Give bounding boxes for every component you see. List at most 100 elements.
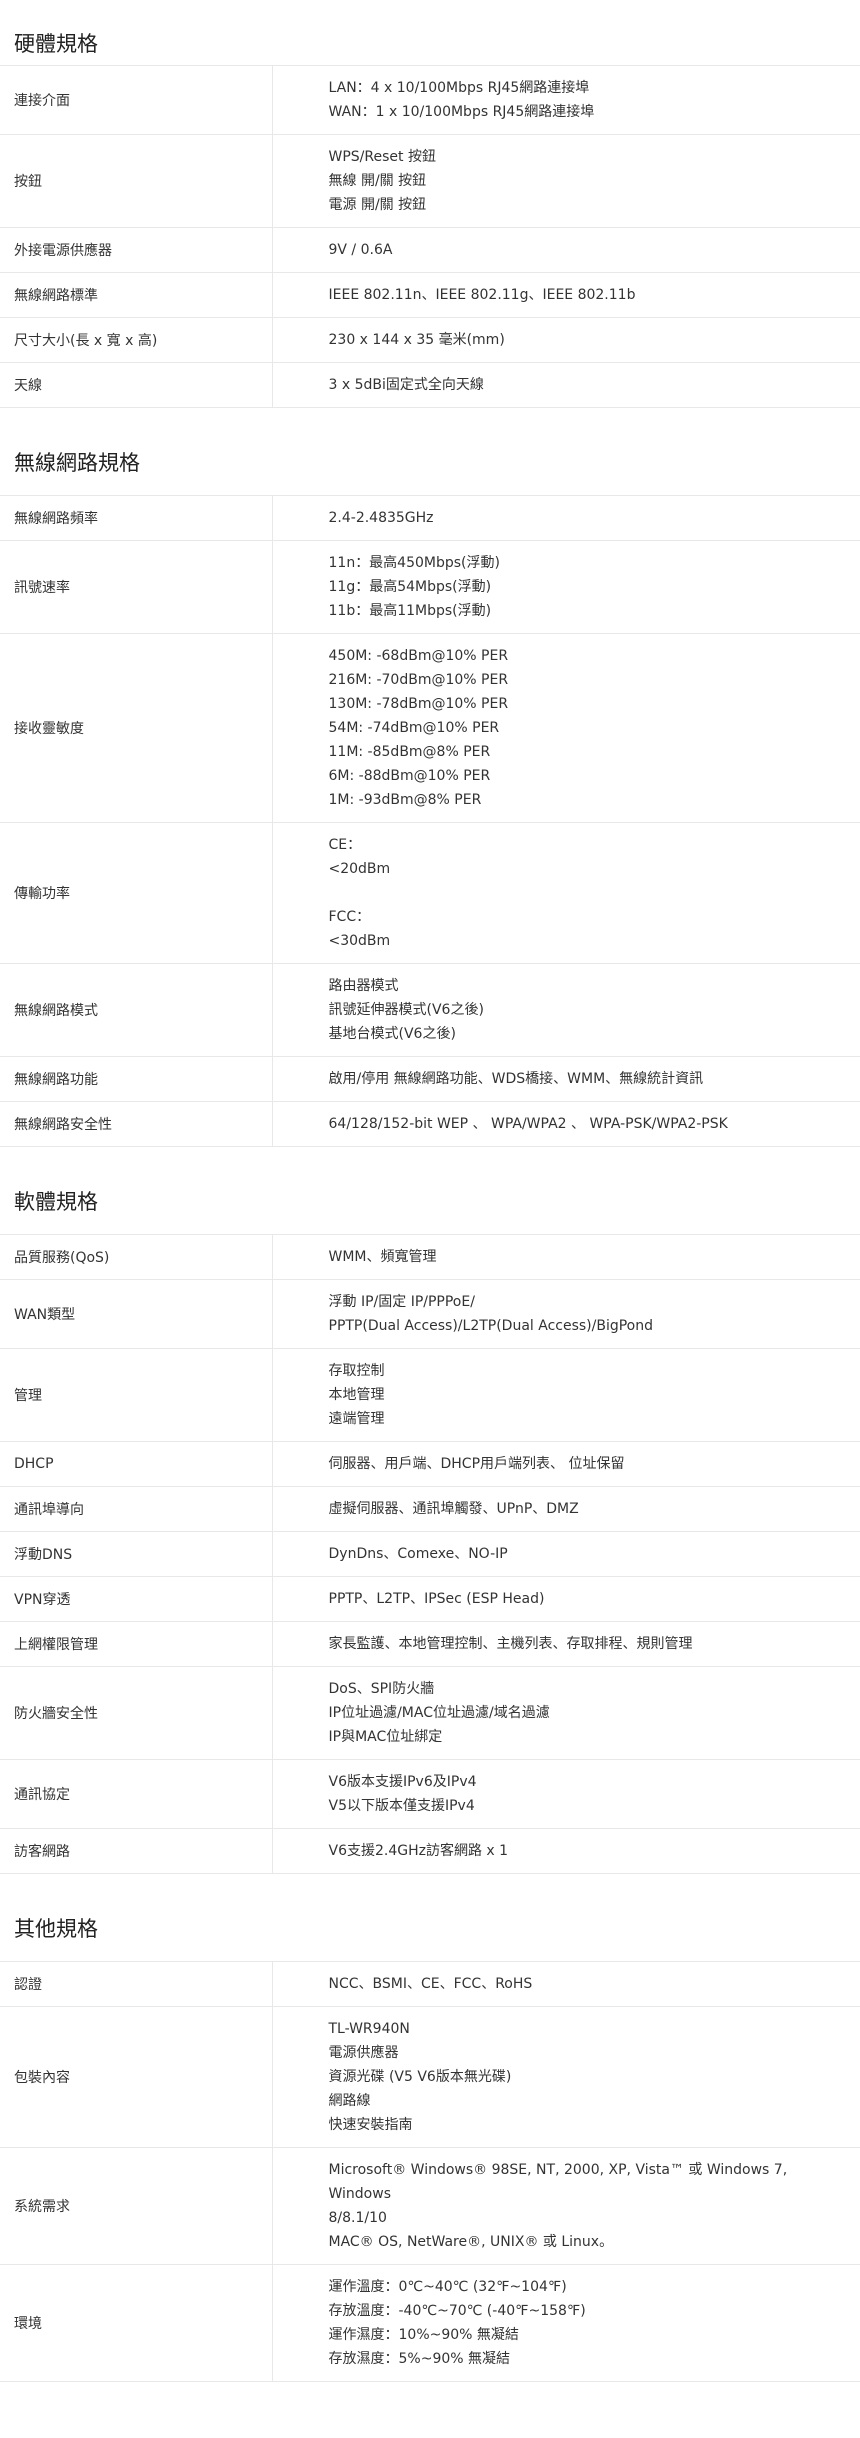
spec-value-line: 訊號延伸器模式(V6之後) <box>328 1002 484 1018</box>
spec-label: 包裝內容 <box>0 2006 273 2148</box>
spec-label: 無線網路頻率 <box>0 496 273 541</box>
spec-label: 通訊協定 <box>0 1759 273 1829</box>
table-row: DHCP 伺服器、用戶端、DHCP用戶端列表、 位址保留 <box>0 1441 860 1487</box>
spec-value: 浮動 IP/固定 IP/PPPoE/PPTP(Dual Access)/L2TP… <box>272 1279 860 1349</box>
spec-label: WAN類型 <box>0 1279 273 1349</box>
spec-label: 浮動DNS <box>0 1531 273 1577</box>
spec-label: 訪客網路 <box>0 1828 273 1874</box>
table-row: 防火牆安全性 DoS、SPI防火牆 IP位址過濾/MAC位址過濾/域名過濾 IP與MA… <box>0 1666 860 1760</box>
spec-value-line: 11M: -85dBm@8% PER <box>328 744 491 760</box>
spec-table: 認證 NCC、BSMI、CE、FCC、RoHS 包裝內容 TL-WR940N 電源供應器… <box>0 1962 860 2382</box>
spec-value-line: WPS/Reset 按鈕 <box>328 149 436 165</box>
spec-value-line: CE： <box>328 837 362 853</box>
table-row: 包裝內容 TL-WR940N 電源供應器 資源光碟 (V5 V6版本無光碟) 網路線 快速… <box>0 2006 860 2148</box>
table-row: WAN類型 浮動 IP/固定 IP/PPPoE/PPTP(Dual Access)… <box>0 1279 860 1349</box>
table-row: 天線 3 x 5dBi固定式全向天線 <box>0 362 860 408</box>
table-row: 通訊埠導向 虛擬伺服器、通訊埠觸發、UPnP、DMZ <box>0 1486 860 1532</box>
table-row: 環境 運作溫度：0℃~40℃ (32℉~104℉) 存放溫度：-40℃~70℃ (-… <box>0 2264 860 2382</box>
spec-value-line: 電源供應器 <box>328 2045 399 2061</box>
spec-value: CE： <20dBm FCC： <30dBm <box>272 822 860 964</box>
spec-value: 家長監護、本地管理控制、主機列表、存取排程、規則管理 <box>272 1621 860 1667</box>
spec-label: 防火牆安全性 <box>0 1666 273 1760</box>
section-title: 硬體規格 <box>0 0 860 66</box>
spec-value-line: 家長監護、本地管理控制、主機列表、存取排程、規則管理 <box>328 1636 693 1652</box>
spec-value: DynDns、Comexe、NO-IP <box>272 1531 860 1577</box>
spec-label: 上網權限管理 <box>0 1621 273 1667</box>
spec-value-line: 無線 開/關 按鈕 <box>328 173 427 189</box>
spec-value-line: 130M: -78dBm@10% PER <box>328 696 509 712</box>
spec-section: 軟體規格 品質服務(QoS) WMM、頻寬管理 WAN類型 浮動 IP/固定 IP/PP… <box>0 1147 860 1874</box>
table-row: 無線網路安全性 64/128/152-bit WEP 、 WPA/WPA2 、 W… <box>0 1101 860 1147</box>
spec-value-line: 230 x 144 x 35 毫米(mm) <box>328 332 505 348</box>
spec-label: VPN穿透 <box>0 1576 273 1622</box>
spec-label: 尺寸大小(長 x 寬 x 高) <box>0 317 273 363</box>
spec-value: 9V / 0.6A <box>272 227 860 273</box>
section-title: 軟體規格 <box>0 1147 860 1235</box>
spec-label: 無線網路模式 <box>0 963 273 1057</box>
spec-value-line: 存取控制 <box>328 1363 385 1379</box>
spec-value-line: V6支援2.4GHz訪客網路 x 1 <box>328 1843 509 1859</box>
spec-value-line: 運作濕度：10%~90% 無凝結 <box>328 2327 519 2343</box>
spec-value-line: 11g：最高54Mbps(浮動) <box>328 579 492 595</box>
spec-value-line: 快速安裝指南 <box>328 2117 413 2133</box>
spec-value: 2.4-2.4835GHz <box>272 496 860 541</box>
spec-value: 11n：最高450Mbps(浮動) 11g：最高54Mbps(浮動) 11b：最高1… <box>272 540 860 634</box>
spec-value-line: V5以下版本僅支援IPv4 <box>328 1798 475 1814</box>
spec-label: 管理 <box>0 1348 273 1442</box>
spec-value-line: PPTP(Dual Access)/L2TP(Dual Access)/BigP… <box>328 1318 654 1334</box>
spec-table: 品質服務(QoS) WMM、頻寬管理 WAN類型 浮動 IP/固定 IP/PPPoE/… <box>0 1235 860 1874</box>
spec-table: 連接介面 LAN：4 x 10/100Mbps RJ45網路連接埠 WAN：1 x … <box>0 66 860 408</box>
spec-value-line: 64/128/152-bit WEP 、 WPA/WPA2 、 WPA-PSK/… <box>328 1116 728 1132</box>
section-title: 無線網路規格 <box>0 408 860 496</box>
table-row: 訪客網路 V6支援2.4GHz訪客網路 x 1 <box>0 1828 860 1874</box>
spec-value-line: LAN：4 x 10/100Mbps RJ45網路連接埠 <box>328 80 590 96</box>
spec-label: 認證 <box>0 1962 273 2007</box>
spec-value-line: IP與MAC位址綁定 <box>328 1729 443 1745</box>
spec-value-line: 本地管理 <box>328 1387 385 1403</box>
spec-value-line: NCC、BSMI、CE、FCC、RoHS <box>328 1976 533 1992</box>
table-row: 上網權限管理 家長監護、本地管理控制、主機列表、存取排程、規則管理 <box>0 1621 860 1667</box>
spec-label: 品質服務(QoS) <box>0 1235 273 1280</box>
spec-value-line: 9V / 0.6A <box>328 242 393 258</box>
spec-value-line: <20dBm <box>328 861 391 877</box>
spec-label: 接收靈敏度 <box>0 633 273 823</box>
spec-value-line: 2.4-2.4835GHz <box>328 510 434 526</box>
spec-value: DoS、SPI防火牆 IP位址過濾/MAC位址過濾/域名過濾 IP與MAC位址綁定 <box>272 1666 860 1760</box>
spec-value: IEEE 802.11n、IEEE 802.11g、IEEE 802.11b <box>272 272 860 318</box>
spec-value-line: 11b：最高11Mbps(浮動) <box>328 603 492 619</box>
spec-value-line: IEEE 802.11n、IEEE 802.11g、IEEE 802.11b <box>328 287 636 303</box>
spec-value-line <box>329 881 847 905</box>
spec-value-line: 450M: -68dBm@10% PER <box>328 648 509 664</box>
table-row: 無線網路頻率 2.4-2.4835GHz <box>0 496 860 541</box>
spec-value-line: FCC： <box>328 909 371 925</box>
table-row: 連接介面 LAN：4 x 10/100Mbps RJ45網路連接埠 WAN：1 x … <box>0 66 860 135</box>
spec-section: 硬體規格 連接介面 LAN：4 x 10/100Mbps RJ45網路連接埠 WAN：… <box>0 0 860 408</box>
spec-value-line: <30dBm <box>328 933 391 949</box>
spec-value-line: WMM、頻寬管理 <box>328 1249 437 1265</box>
table-row: 無線網路功能 啟用/停用 無線網路功能、WDS橋接、WMM、無線統計資訊 <box>0 1056 860 1102</box>
spec-value-line: V6版本支援IPv6及IPv4 <box>328 1774 477 1790</box>
spec-value-line: IP位址過濾/MAC位址過濾/域名過濾 <box>328 1705 550 1721</box>
spec-section: 其他規格 認證 NCC、BSMI、CE、FCC、RoHS 包裝內容 TL-WR940N 電… <box>0 1874 860 2382</box>
spec-page: 硬體規格 連接介面 LAN：4 x 10/100Mbps RJ45網路連接埠 WAN：… <box>0 0 860 2382</box>
spec-label: 傳輸功率 <box>0 822 273 964</box>
spec-value-line: 資源光碟 (V5 V6版本無光碟) <box>328 2069 512 2085</box>
spec-value-line: TL-WR940N <box>328 2021 410 2037</box>
spec-value: 路由器模式 訊號延伸器模式(V6之後) 基地台模式(V6之後) <box>272 963 860 1057</box>
spec-value-line: 8/8.1/10 <box>328 2210 387 2226</box>
spec-value: 64/128/152-bit WEP 、 WPA/WPA2 、 WPA-PSK/… <box>272 1101 860 1147</box>
table-row: 認證 NCC、BSMI、CE、FCC、RoHS <box>0 1962 860 2007</box>
spec-value: 虛擬伺服器、通訊埠觸發、UPnP、DMZ <box>272 1486 860 1532</box>
spec-value-line: 啟用/停用 無線網路功能、WDS橋接、WMM、無線統計資訊 <box>328 1071 704 1087</box>
spec-value-line: 遠端管理 <box>328 1411 385 1427</box>
spec-value-line: 基地台模式(V6之後) <box>328 1026 456 1042</box>
spec-value-line: 存放溫度：-40℃~70℃ (-40℉~158℉) <box>328 2303 586 2319</box>
spec-value-line: 1M: -93dBm@8% PER <box>328 792 482 808</box>
spec-value: Microsoft® Windows® 98SE, NT, 2000, XP, … <box>272 2147 860 2265</box>
table-row: 訊號速率 11n：最高450Mbps(浮動) 11g：最高54Mbps(浮動) 11b… <box>0 540 860 634</box>
spec-label: 通訊埠導向 <box>0 1486 273 1532</box>
spec-value: V6支援2.4GHz訪客網路 x 1 <box>272 1828 860 1874</box>
spec-value: 伺服器、用戶端、DHCP用戶端列表、 位址保留 <box>272 1441 860 1487</box>
spec-value-line: 伺服器、用戶端、DHCP用戶端列表、 位址保留 <box>328 1456 625 1472</box>
section-title: 其他規格 <box>0 1874 860 1962</box>
